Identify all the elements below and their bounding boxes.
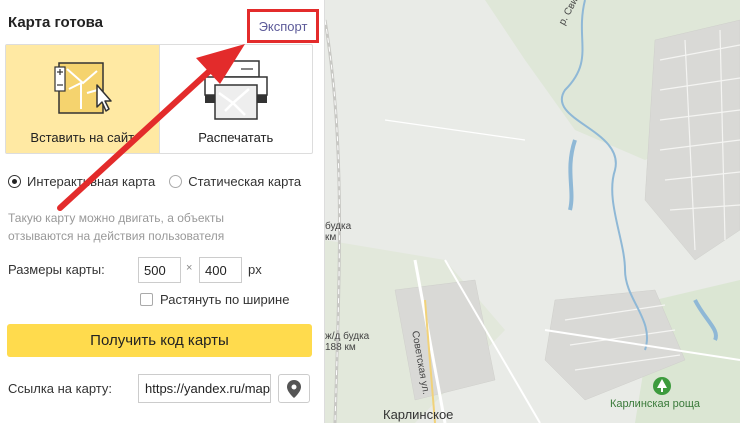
radio-static-map[interactable]: Статическая карта <box>169 174 301 189</box>
checkbox-icon[interactable] <box>140 293 153 306</box>
tile-embed[interactable]: Вставить на сайт <box>6 45 160 153</box>
tile-embed-label: Вставить на сайт <box>30 130 135 145</box>
px-unit: px <box>248 262 262 277</box>
get-map-code-button[interactable]: Получить код карты <box>7 324 312 357</box>
export-link[interactable]: Экспорт <box>247 9 319 43</box>
map-type-radio-group: Интерактивная карта Статическая карта <box>8 174 315 189</box>
radio-interactive-map[interactable]: Интерактивная карта <box>8 174 155 189</box>
railway-box-label: будка км <box>325 221 352 243</box>
size-label: Размеры карты: <box>8 262 105 277</box>
times-separator: × <box>186 262 193 274</box>
tile-print-label: Распечатать <box>198 130 274 145</box>
map-pin-button[interactable] <box>278 374 310 403</box>
printer-icon <box>204 60 268 120</box>
radio-checked-icon[interactable] <box>8 175 21 188</box>
stretch-width-checkbox[interactable]: Растянуть по ширине <box>140 292 289 307</box>
radio-unchecked-icon[interactable] <box>169 175 183 188</box>
panel-title: Карта готова <box>8 14 104 31</box>
map-ready-panel: Карта готова Экспорт Вставить на сайт Ра… <box>0 0 325 423</box>
export-mode-tiles: Вставить на сайт Распечатать <box>5 44 313 154</box>
map-canvas[interactable] <box>325 0 740 423</box>
map-view[interactable]: р. Свияга будка км ж/д будка 188 км Советс… <box>325 0 740 423</box>
map-type-hint: Такую карту можно двигать, а объекты отз… <box>8 211 225 243</box>
railway-box-188-label: ж/д будка 188 км <box>325 331 370 353</box>
park-label: Карлинская роща <box>610 398 700 410</box>
map-link-label: Ссылка на карту: <box>8 381 113 396</box>
village-label: Карлинское <box>383 407 454 422</box>
embed-map-cursor-icon <box>54 62 112 114</box>
height-input[interactable] <box>199 257 242 283</box>
map-pin-icon <box>287 379 301 398</box>
width-input[interactable] <box>138 257 181 283</box>
tile-print[interactable]: Распечатать <box>160 45 313 153</box>
map-link-input[interactable] <box>138 374 271 403</box>
